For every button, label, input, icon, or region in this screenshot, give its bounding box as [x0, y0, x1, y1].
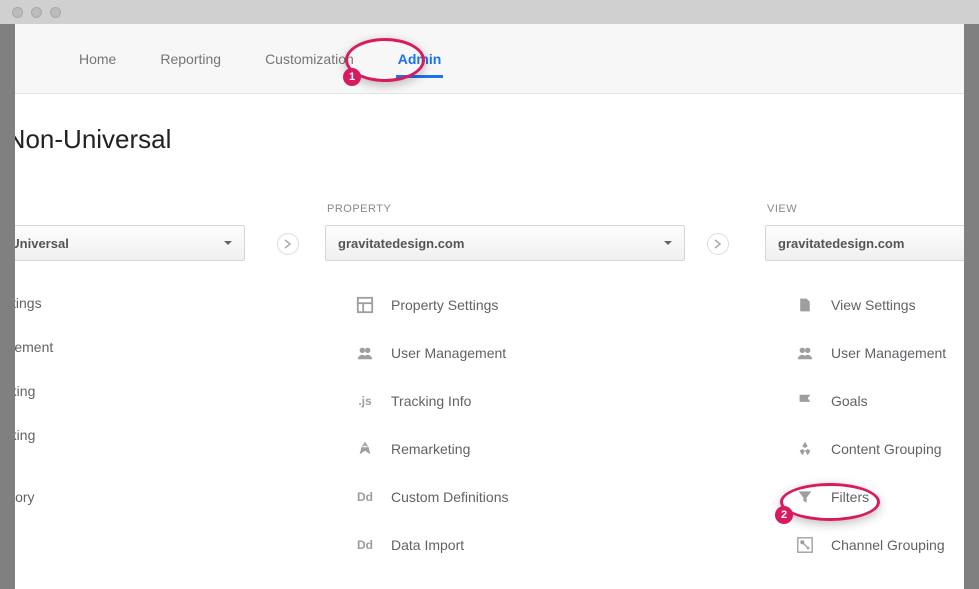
admin-columns: A n-Universal Settings nagement Linking …	[15, 203, 964, 557]
funnel-icon	[795, 487, 815, 507]
page-title: e Non-Universal	[15, 94, 964, 155]
menu-item-label: Goals	[831, 393, 868, 409]
column-property: PROPERTY gravitatedesign.com Property Se…	[325, 203, 685, 557]
account-selector[interactable]: n-Universal	[15, 225, 245, 261]
column-view: VIEW gravitatedesign.com View Settings U…	[765, 203, 964, 557]
window-close-dot[interactable]	[12, 7, 23, 18]
property-item-data-import[interactable]: Dd Data Import	[325, 533, 685, 557]
view-item-user-management[interactable]: User Management	[765, 341, 964, 365]
flag-icon	[795, 391, 815, 411]
view-item-filters[interactable]: Filters	[765, 485, 964, 509]
caret-down-icon	[664, 241, 672, 245]
account-item-label: Linking	[15, 383, 35, 399]
property-item-custom-definitions[interactable]: Dd Custom Definitions	[325, 485, 685, 509]
view-selector[interactable]: gravitatedesign.com	[765, 225, 964, 261]
remarketing-icon	[355, 439, 375, 459]
view-label: VIEW	[765, 203, 964, 215]
dd-icon: Dd	[355, 487, 375, 507]
dd-icon: Dd	[355, 535, 375, 555]
page-icon	[795, 295, 815, 315]
account-item-settings[interactable]: Settings	[15, 293, 245, 313]
menu-item-label: Custom Definitions	[391, 489, 509, 505]
view-selector-text: gravitatedesign.com	[778, 236, 904, 251]
caret-down-icon	[224, 241, 232, 245]
view-item-channel-grouping[interactable]: Channel Grouping	[765, 533, 964, 557]
account-item-label: Linking	[15, 427, 35, 443]
users-icon	[355, 343, 375, 363]
nav-reporting[interactable]: Reporting	[158, 43, 223, 75]
menu-item-label: Data Import	[391, 537, 464, 553]
arrow-property-to-view	[707, 233, 729, 255]
nav-customization[interactable]: Customization	[263, 43, 356, 75]
arrow-right-icon	[283, 239, 293, 249]
menu-item-label: Remarketing	[391, 441, 470, 457]
view-item-content-grouping[interactable]: Content Grouping	[765, 437, 964, 461]
menu-item-label: User Management	[391, 345, 506, 361]
window-max-dot[interactable]	[50, 7, 61, 18]
nav-home[interactable]: Home	[77, 43, 118, 75]
property-selector-text: gravitatedesign.com	[338, 236, 464, 251]
menu-item-label: View Settings	[831, 297, 916, 313]
property-item-user-management[interactable]: User Management	[325, 341, 685, 365]
menu-item-label: Content Grouping	[831, 441, 942, 457]
property-menu: Property Settings User Management .js Tr…	[325, 293, 685, 557]
view-item-settings[interactable]: View Settings	[765, 293, 964, 317]
grouping-icon	[795, 439, 815, 459]
view-menu: View Settings User Management Goals	[765, 293, 964, 557]
account-item-label: nagement	[15, 339, 53, 355]
property-selector[interactable]: gravitatedesign.com	[325, 225, 685, 261]
menu-item-label: Property Settings	[391, 297, 498, 313]
account-item-linking-1[interactable]: Linking	[15, 381, 245, 401]
property-item-tracking-info[interactable]: .js Tracking Info	[325, 389, 685, 413]
menu-item-label: Tracking Info	[391, 393, 471, 409]
property-item-remarketing[interactable]: Remarketing	[325, 437, 685, 461]
annotation-badge-1: 1	[343, 68, 361, 86]
users-icon	[795, 343, 815, 363]
window-titlebar	[0, 0, 979, 24]
view-item-goals[interactable]: Goals	[765, 389, 964, 413]
account-item-linking-2[interactable]: Linking	[15, 425, 245, 445]
account-menu: Settings nagement Linking Linking Histor…	[15, 293, 245, 507]
account-item-management[interactable]: nagement	[15, 337, 245, 357]
menu-item-label: Channel Grouping	[831, 537, 945, 553]
menu-item-label: Filters	[831, 489, 869, 505]
layout-icon	[355, 295, 375, 315]
arrow-account-to-property	[277, 233, 299, 255]
menu-item-label: User Management	[831, 345, 946, 361]
account-item-label: History	[15, 489, 35, 505]
top-nav: Home Reporting Customization Admin 1	[15, 24, 964, 94]
account-item-history[interactable]: History	[15, 487, 245, 507]
app-frame: Home Reporting Customization Admin 1 e N…	[15, 24, 964, 589]
nav-admin[interactable]: Admin	[396, 43, 444, 78]
channel-icon	[795, 535, 815, 555]
window-min-dot[interactable]	[31, 7, 42, 18]
annotation-badge-2: 2	[775, 506, 793, 524]
account-item-label: Settings	[15, 295, 42, 311]
property-item-settings[interactable]: Property Settings	[325, 293, 685, 317]
arrow-right-icon	[713, 239, 723, 249]
account-selector-text: n-Universal	[15, 236, 69, 251]
js-icon: .js	[355, 391, 375, 411]
property-label: PROPERTY	[325, 203, 685, 215]
column-account: A n-Universal Settings nagement Linking …	[15, 203, 245, 557]
